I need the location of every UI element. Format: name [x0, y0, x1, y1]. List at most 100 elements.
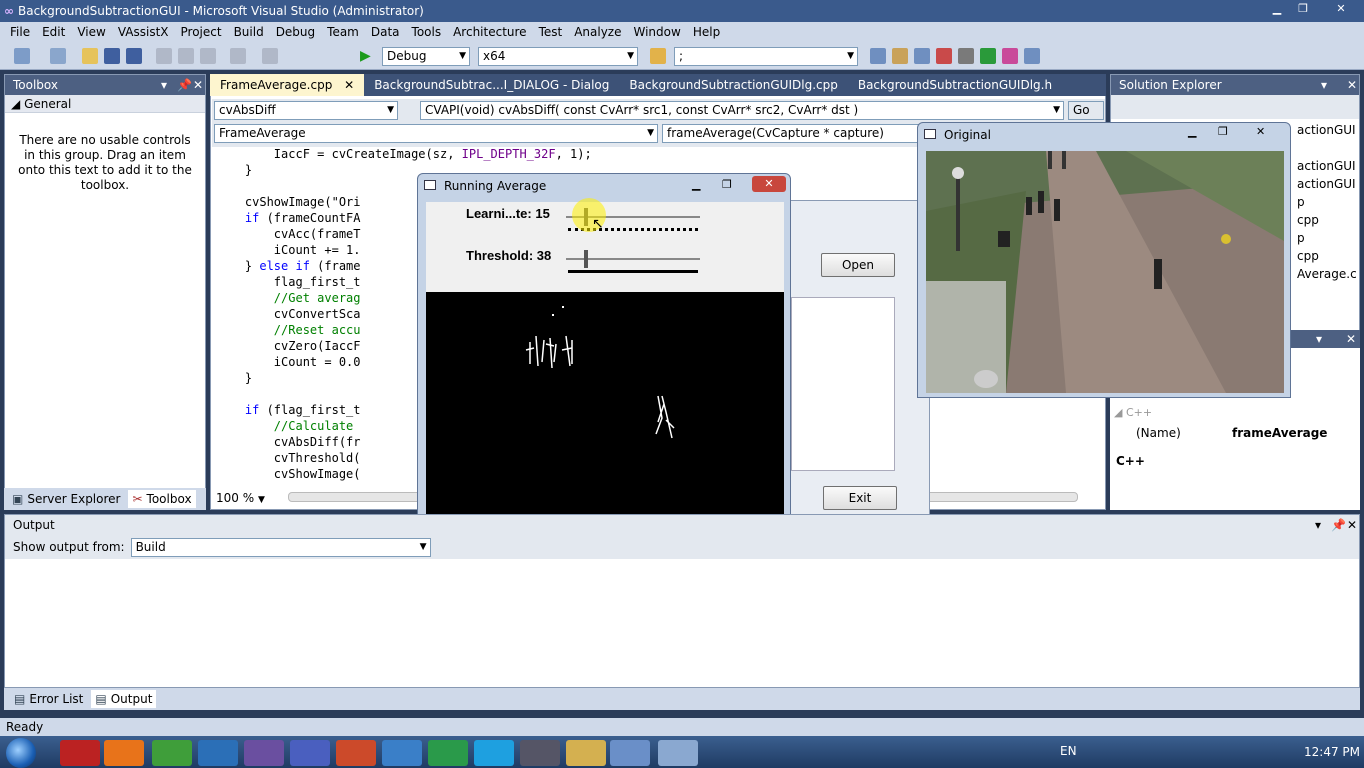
tree-item[interactable]: p	[1297, 195, 1305, 209]
zoom-combo[interactable]: 100 % ▼	[212, 489, 282, 507]
tab-frameaverage-cpp[interactable]: FrameAverage.cpp ✕	[210, 74, 365, 96]
taskbar-app-7[interactable]	[336, 740, 376, 766]
tab-toolbox[interactable]: ✂ Toolbox	[128, 490, 196, 508]
solution-configuration-combo[interactable]: Debug ▼	[382, 47, 470, 66]
clock[interactable]: 12:47 PM	[1304, 745, 1360, 759]
undo-icon[interactable]	[230, 48, 246, 64]
maximize-button[interactable]: ❐	[1292, 2, 1314, 18]
tab-dlg-cpp[interactable]: BackgroundSubtractionGUIDlg.cpp	[619, 74, 847, 96]
menu-architecture[interactable]: Architecture	[447, 25, 532, 39]
properties-icon[interactable]	[892, 48, 908, 64]
menu-project[interactable]: Project	[175, 25, 228, 39]
maximize-icon[interactable]: ❐	[722, 178, 732, 191]
close-icon[interactable]: ✕	[752, 176, 786, 192]
start-debugging-icon[interactable]: ▶	[360, 48, 376, 64]
exit-button[interactable]: Exit	[823, 486, 897, 510]
pin-icon[interactable]: 📌	[177, 75, 192, 95]
menu-analyze[interactable]: Analyze	[568, 25, 627, 39]
threshold-slider-thumb[interactable]	[583, 250, 588, 268]
solution-platform-combo[interactable]: x64 ▼	[478, 47, 638, 66]
scope-combo[interactable]: FrameAverage ▼	[214, 124, 658, 143]
menu-window[interactable]: Window	[628, 25, 687, 39]
cut-icon[interactable]	[156, 48, 172, 64]
taskbar-app-4[interactable]	[198, 740, 238, 766]
open-button[interactable]: Open	[821, 253, 895, 277]
close-icon[interactable]: ✕	[1347, 515, 1357, 535]
minimize-icon[interactable]: ▁	[692, 178, 700, 191]
firefox-icon[interactable]	[104, 740, 144, 766]
menu-view[interactable]: View	[71, 25, 111, 39]
menu-debug[interactable]: Debug	[270, 25, 321, 39]
menu-edit[interactable]: Edit	[36, 25, 71, 39]
object-browser-icon[interactable]	[914, 48, 930, 64]
menu-data[interactable]: Data	[365, 25, 406, 39]
panel-dropdown-icon[interactable]: ▾	[1321, 75, 1327, 95]
taskbar-app-1[interactable]	[60, 740, 100, 766]
panel-dropdown-icon[interactable]: ▾	[161, 75, 167, 95]
chrome-icon[interactable]	[152, 740, 192, 766]
taskbar-app-14[interactable]	[658, 740, 698, 766]
menu-file[interactable]: File	[4, 25, 36, 39]
signature-combo[interactable]: CVAPI(void) cvAbsDiff( const CvArr* src1…	[420, 101, 1064, 120]
panel-dropdown-icon[interactable]: ▾	[1316, 330, 1322, 348]
close-button[interactable]: ✕	[1330, 2, 1352, 18]
tree-item[interactable]: cpp	[1297, 213, 1319, 227]
visual-studio-icon[interactable]	[244, 740, 284, 766]
menu-test[interactable]: Test	[533, 25, 569, 39]
close-tab-icon[interactable]: ✕	[344, 78, 354, 92]
save-all-icon[interactable]	[126, 48, 142, 64]
tree-item[interactable]: actionGUI	[1297, 177, 1356, 191]
minimize-icon[interactable]: ▁	[1188, 125, 1196, 138]
pin-icon[interactable]: 📌	[1331, 515, 1346, 535]
tools-icon[interactable]	[958, 48, 974, 64]
tree-item[interactable]: Average.c	[1297, 267, 1357, 281]
command-window-icon[interactable]	[1024, 48, 1040, 64]
function-combo[interactable]: cvAbsDiff ▼	[214, 101, 398, 120]
tab-error-list[interactable]: ▤ Error List	[10, 690, 87, 708]
tab-output[interactable]: ▤ Output	[91, 690, 157, 708]
tab-dlg-h[interactable]: BackgroundSubtractionGUIDlg.h	[848, 74, 1062, 96]
toolbox-group-general[interactable]: ◢ General	[5, 95, 205, 113]
tree-item[interactable]: cpp	[1297, 249, 1319, 263]
tree-item[interactable]: p	[1297, 231, 1305, 245]
tree-item[interactable]: actionGUI	[1297, 159, 1356, 173]
find-in-files-icon[interactable]	[650, 48, 666, 64]
taskbar-app-9[interactable]	[428, 740, 468, 766]
close-icon[interactable]: ✕	[193, 75, 203, 95]
menu-team[interactable]: Team	[321, 25, 365, 39]
taskbar-app-8[interactable]	[382, 740, 422, 766]
paste-icon[interactable]	[200, 48, 216, 64]
toolbox-icon[interactable]	[936, 48, 952, 64]
start-button[interactable]	[6, 738, 36, 768]
save-icon[interactable]	[104, 48, 120, 64]
language-indicator[interactable]: EN	[1060, 744, 1077, 758]
new-project-icon[interactable]	[14, 48, 30, 64]
maximize-icon[interactable]: ❐	[1218, 125, 1228, 138]
menu-vassistx[interactable]: VAssistX	[112, 25, 175, 39]
start-page-icon[interactable]	[1002, 48, 1018, 64]
panel-dropdown-icon[interactable]: ▾	[1315, 515, 1321, 535]
close-icon[interactable]: ✕	[1347, 75, 1357, 95]
redo-icon[interactable]	[262, 48, 278, 64]
property-name-value[interactable]: frameAverage	[1232, 426, 1327, 440]
extension-icon[interactable]	[980, 48, 996, 64]
taskbar-app-6[interactable]	[290, 740, 330, 766]
copy-icon[interactable]	[178, 48, 194, 64]
file-explorer-icon[interactable]	[566, 740, 606, 766]
menu-help[interactable]: Help	[687, 25, 726, 39]
output-source-combo[interactable]: Build ▼	[130, 537, 431, 557]
add-item-icon[interactable]	[50, 48, 66, 64]
menu-build[interactable]: Build	[228, 25, 270, 39]
skype-icon[interactable]	[474, 740, 514, 766]
running-average-window[interactable]: Running Average ▁ ❐ ✕ Learni...te: 15 ↖ …	[417, 173, 791, 539]
tab-dialog[interactable]: BackgroundSubtrac...I_DIALOG - Dialog	[364, 74, 619, 96]
close-icon[interactable]: ✕	[1346, 330, 1356, 348]
go-button[interactable]: Go	[1068, 101, 1104, 120]
find-combo[interactable]: ; ▼	[674, 47, 858, 66]
menu-tools[interactable]: Tools	[406, 25, 448, 39]
minimize-button[interactable]: ▁	[1266, 2, 1288, 18]
solution-explorer-icon[interactable]	[870, 48, 886, 64]
tab-server-explorer[interactable]: ▣ Server Explorer	[8, 490, 124, 508]
taskbar-app-13[interactable]	[610, 740, 650, 766]
open-file-icon[interactable]	[82, 48, 98, 64]
